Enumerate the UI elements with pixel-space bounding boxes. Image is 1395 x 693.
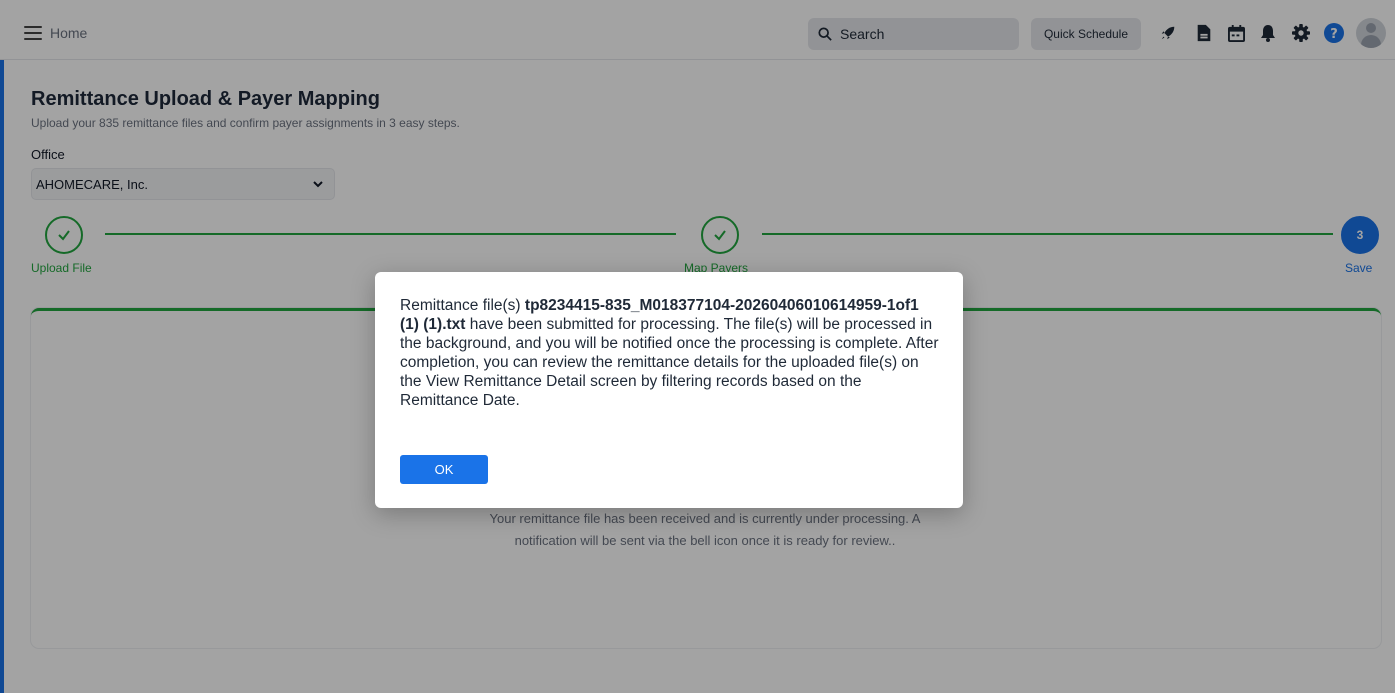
ok-button[interactable]: OK xyxy=(400,455,488,484)
dialog-text-prefix: Remittance file(s) xyxy=(400,297,525,314)
submission-dialog: Remittance file(s) tp8234415-835_M018377… xyxy=(375,272,963,508)
dialog-message: Remittance file(s) tp8234415-835_M018377… xyxy=(400,296,940,410)
dialog-text-suffix: have been submitted for processing. The … xyxy=(400,316,939,409)
